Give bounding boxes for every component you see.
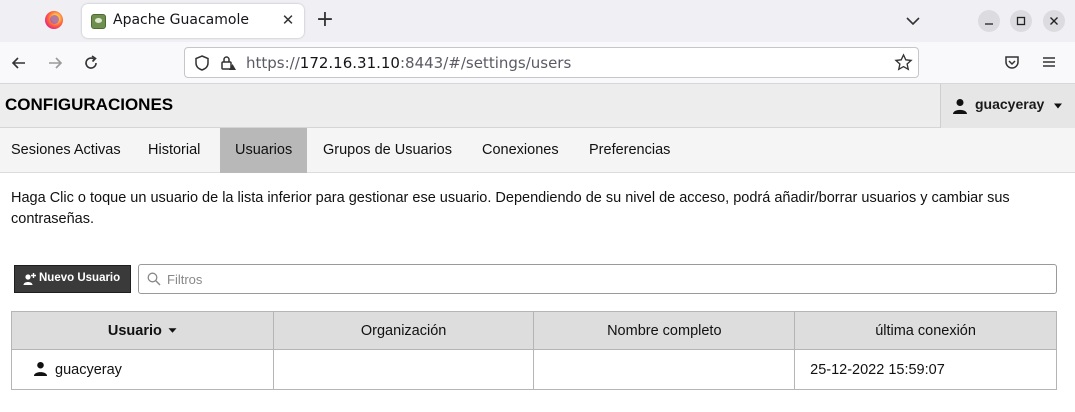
new-user-label: Nuevo Usuario [39,272,121,284]
tab-preferences[interactable]: Preferencias [579,128,680,173]
tab-title: Apache Guacamole [113,12,249,28]
column-header-organization[interactable]: Organización [272,311,535,350]
column-header-username-label: Usuario [107,322,162,339]
close-tab-icon[interactable]: ✕ [278,10,298,30]
tracking-protection-shield-icon[interactable] [193,54,211,72]
new-tab-plus-icon[interactable]: + [314,9,336,31]
new-user-button[interactable]: Nuevo Usuario [14,265,131,293]
list-all-tabs-chevron-icon[interactable] [902,10,924,32]
tab-users[interactable]: Usuarios [220,128,307,173]
table-row[interactable]: guacyeray 25-12-2022 15:59:07 [11,349,1057,390]
cell-full-name[interactable] [533,349,796,390]
tab-connections[interactable]: Conexiones [472,128,569,173]
user-icon [33,361,48,376]
tab-user-groups[interactable]: Grupos de Usuarios [313,128,462,173]
user-icon [953,99,967,114]
browser-tab[interactable]: Apache Guacamole ✕ [82,4,304,38]
cell-username[interactable]: guacyeray [11,349,274,390]
settings-tabs: Sesiones Activas Historial Usuarios Grup… [0,128,1075,173]
cell-organization[interactable] [272,349,535,390]
bookmark-star-icon[interactable] [894,53,913,72]
url-text: https://172.16.31.10:8443/#/settings/use… [246,54,572,72]
back-arrow-icon[interactable] [9,53,29,73]
user-menu-username: guacyeray [975,96,1045,112]
tab-history[interactable]: Historial [138,128,210,173]
cell-last-active[interactable]: 25-12-2022 15:59:07 [794,349,1057,390]
sort-caret-down-icon [168,328,177,333]
pocket-icon[interactable] [1003,53,1021,71]
browser-tab-strip: Apache Guacamole ✕ + [0,0,1075,42]
column-header-full-name[interactable]: Nombre completo [533,311,796,350]
forward-arrow-icon[interactable] [45,53,65,73]
address-bar[interactable]: https://172.16.31.10:8443/#/settings/use… [184,47,919,78]
search-icon [147,272,161,286]
settings-header: CONFIGURACIONES guacyeray [0,84,1075,128]
window-minimize-icon[interactable] [978,10,1000,32]
filter-box[interactable] [138,264,1057,294]
users-table: Usuario Organización Nombre completo últ… [11,311,1057,390]
hamburger-menu-icon[interactable] [1040,53,1058,71]
guacamole-favicon-icon [91,14,106,29]
username-text: guacyeray [55,362,122,378]
window-maximize-icon[interactable] [1010,10,1032,32]
firefox-logo-icon[interactable] [45,11,63,29]
add-user-icon [23,273,36,285]
column-header-last-active[interactable]: última conexión [794,311,1057,350]
page-title: CONFIGURACIONES [5,95,174,114]
filter-input[interactable] [167,269,1037,289]
table-header-row: Usuario Organización Nombre completo últ… [11,311,1057,350]
user-menu-button[interactable]: guacyeray [940,84,1075,128]
reload-icon[interactable] [81,53,101,73]
tab-active-sessions[interactable]: Sesiones Activas [1,128,131,173]
caret-down-icon [1054,103,1062,109]
lock-warning-icon[interactable] [219,54,237,72]
window-close-icon[interactable] [1043,10,1065,32]
column-header-username[interactable]: Usuario [11,311,274,350]
help-text: Haga Clic o toque un usuario de la lista… [11,190,1010,227]
browser-navigation-bar: https://172.16.31.10:8443/#/settings/use… [0,42,1075,84]
